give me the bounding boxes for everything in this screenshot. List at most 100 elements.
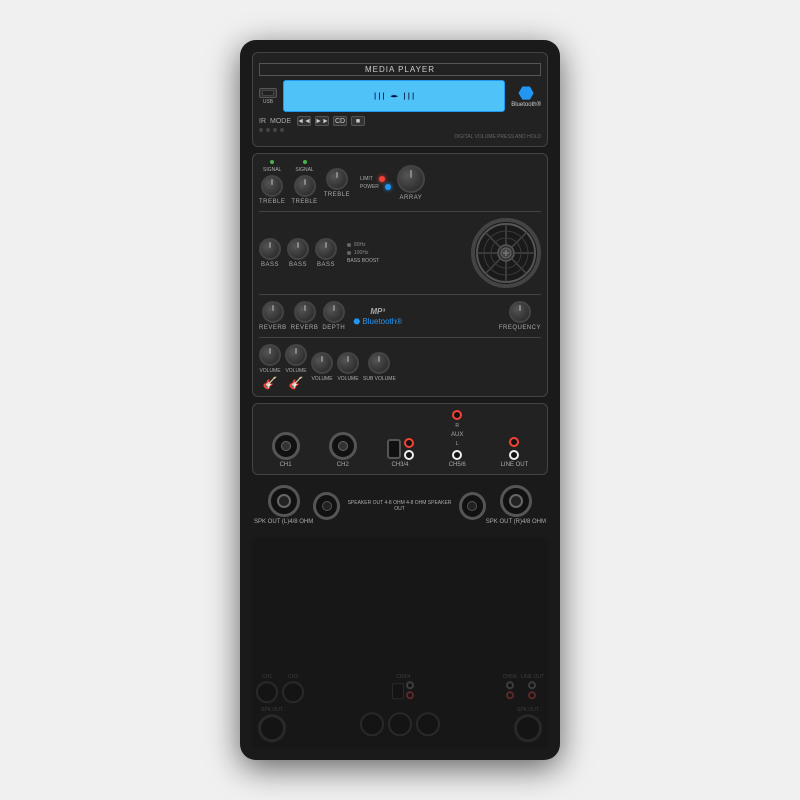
prev-btn[interactable]: ◄◄	[297, 116, 311, 126]
fan-screw-tl: ×	[478, 225, 485, 232]
limit-power-section: LIMIT POWER	[360, 176, 391, 190]
ch2-label: CH2	[337, 462, 349, 468]
sub-vol-knob[interactable]	[368, 352, 390, 374]
spk-l-jack[interactable]	[268, 485, 300, 517]
mirror-lineout-r	[528, 691, 536, 699]
freq-100-dot	[347, 251, 351, 255]
frequency-group: FREQUENCY	[499, 301, 541, 331]
ch1-treble-label: TREBLE	[259, 199, 285, 205]
ch1-treble-knob[interactable]	[261, 175, 283, 197]
channel-connectors-row: CH1 CH2 CH3/4	[259, 410, 541, 468]
mirror-ch2-jack	[282, 681, 304, 703]
ch1-group: CH1	[259, 432, 312, 468]
ch34-vol-label: VOLUME	[311, 376, 332, 382]
usb-area: USB	[259, 88, 277, 105]
frequency-knob[interactable]	[509, 301, 531, 323]
spk-center-jack-1[interactable]	[313, 492, 340, 520]
ch1-vol-label: VOLUME	[259, 368, 280, 374]
lineout-rca-r[interactable]	[509, 437, 519, 447]
ch2-xlr-inner	[338, 441, 348, 451]
ch56-group: R AUX L CH5/6	[431, 410, 484, 468]
usb-label: USB	[263, 99, 273, 105]
ch1-bass-label: BASS	[261, 262, 279, 268]
ch3-treble-knob[interactable]	[326, 168, 348, 190]
reverb2-knob[interactable]	[294, 301, 316, 323]
depth-knob[interactable]	[323, 301, 345, 323]
array-knob-group: ARRAY	[397, 165, 425, 201]
digital-vol-label: DIGITAL VOLUME PRESS AND HOLD	[259, 134, 541, 140]
ch56-rca-r[interactable]	[452, 410, 462, 420]
mirror-ch56-rca	[506, 681, 514, 699]
mirror-rca	[406, 681, 414, 699]
ch2-treble-knob[interactable]	[294, 175, 316, 197]
led-dot-2	[266, 128, 270, 132]
ch1-bass-knob[interactable]	[259, 238, 281, 260]
volume-row: VOLUME 🎸 VOLUME 🎸 VOLUME	[259, 344, 541, 390]
spk-out-section: SPK OUT (L)4/8 OHM SPEAKER OUT 4-8 OHM 4…	[252, 481, 548, 531]
array-knob[interactable]	[397, 165, 425, 193]
ch34-rca-r[interactable]	[404, 438, 414, 448]
spk-r-inner	[509, 494, 523, 508]
mirror-channel-row: CH1 CH2 CH3/4	[256, 672, 544, 705]
reverb1-knob[interactable]	[262, 301, 284, 323]
ch2-group: CH2	[316, 432, 369, 468]
ch3-bass-group: BASS	[315, 238, 337, 268]
fan-screw-bl: ×	[478, 274, 485, 281]
guitar-icon-2: 🎸	[289, 376, 304, 390]
mirror-ch56-r	[506, 691, 514, 699]
power-led	[385, 184, 391, 190]
ch34-vol-group: VOLUME	[311, 352, 333, 382]
array-label: ARRAY	[400, 195, 423, 201]
ch34-rca-l[interactable]	[404, 450, 414, 460]
ch2-vol-knob[interactable]	[285, 344, 307, 366]
spk-r-jack[interactable]	[500, 485, 532, 517]
mirror-trs	[392, 683, 404, 699]
fan-unit: × × × ×	[471, 218, 541, 288]
separator-3	[259, 337, 541, 338]
ch2-signal-led	[303, 160, 307, 164]
mirror-lineout: LINE OUT	[521, 674, 544, 699]
next-btn[interactable]: ►►	[315, 116, 329, 126]
spk-center-jack-2[interactable]	[459, 492, 486, 520]
ch3-bass-label: BASS	[317, 262, 335, 268]
limit-led	[379, 176, 385, 182]
ch1-vol-group: VOLUME 🎸	[259, 344, 281, 390]
power-label: POWER	[360, 184, 379, 190]
ch1-vol-knob[interactable]	[259, 344, 281, 366]
stop-btn[interactable]: ■	[351, 116, 365, 126]
mirror-section: SPK OUT SPK OUT CH1 CH2	[252, 537, 548, 748]
mirror-ch1-jack	[256, 681, 278, 703]
mirror-lineout-rca	[528, 681, 536, 699]
ch34-trs-1[interactable]	[387, 439, 401, 459]
ch3-bass-knob[interactable]	[315, 238, 337, 260]
mirror-rca-r	[406, 691, 414, 699]
mirror-spk-l: SPK OUT	[258, 707, 286, 742]
sub-vol-label: SUB VOLUME	[363, 376, 396, 382]
led-dot-1	[259, 128, 263, 132]
reverb2-label: REVERB	[291, 325, 319, 331]
mirror-ch34: CH3/4	[308, 674, 499, 699]
ch56-rca-l[interactable]	[452, 450, 462, 460]
lineout-rca-l[interactable]	[509, 450, 519, 460]
spk-l-inner	[277, 494, 291, 508]
ch1-xlr-jack[interactable]	[272, 432, 300, 460]
ch2-bass-knob[interactable]	[287, 238, 309, 260]
usb-slot[interactable]	[259, 88, 277, 98]
ch56-vol-knob[interactable]	[337, 352, 359, 374]
ch56-vol-group: VOLUME	[337, 352, 359, 382]
spk-center-detail: SPEAKER OUT 4-8 OHM 4-8 OHM SPEAKER OUT	[344, 500, 455, 512]
bluetooth-label: Bluetooth®	[511, 102, 541, 108]
media-player-top: USB ||| ◄► ||| ⬣ Bluetooth®	[259, 80, 541, 112]
freq-100hz: 100Hz	[347, 250, 379, 256]
ch2-xlr-jack[interactable]	[329, 432, 357, 460]
cd-btn[interactable]: CD	[333, 116, 347, 126]
ch1-bass-group: BASS	[259, 238, 281, 268]
ch2-signal-group: SIGNAL TREBLE	[291, 160, 317, 205]
freq-100-label: 100Hz	[354, 250, 368, 256]
ch3-treble-label: TREBLE	[324, 192, 350, 198]
mirror-jack-1	[360, 713, 384, 737]
mirror-lineout-l	[528, 681, 536, 689]
speaker-out-detail: SPEAKER OUT 4-8 OHM 4-8 OHM SPEAKER OUT	[344, 500, 455, 512]
ch34-vol-knob[interactable]	[311, 352, 333, 374]
mirror-ch56: CH5/6	[503, 674, 517, 699]
